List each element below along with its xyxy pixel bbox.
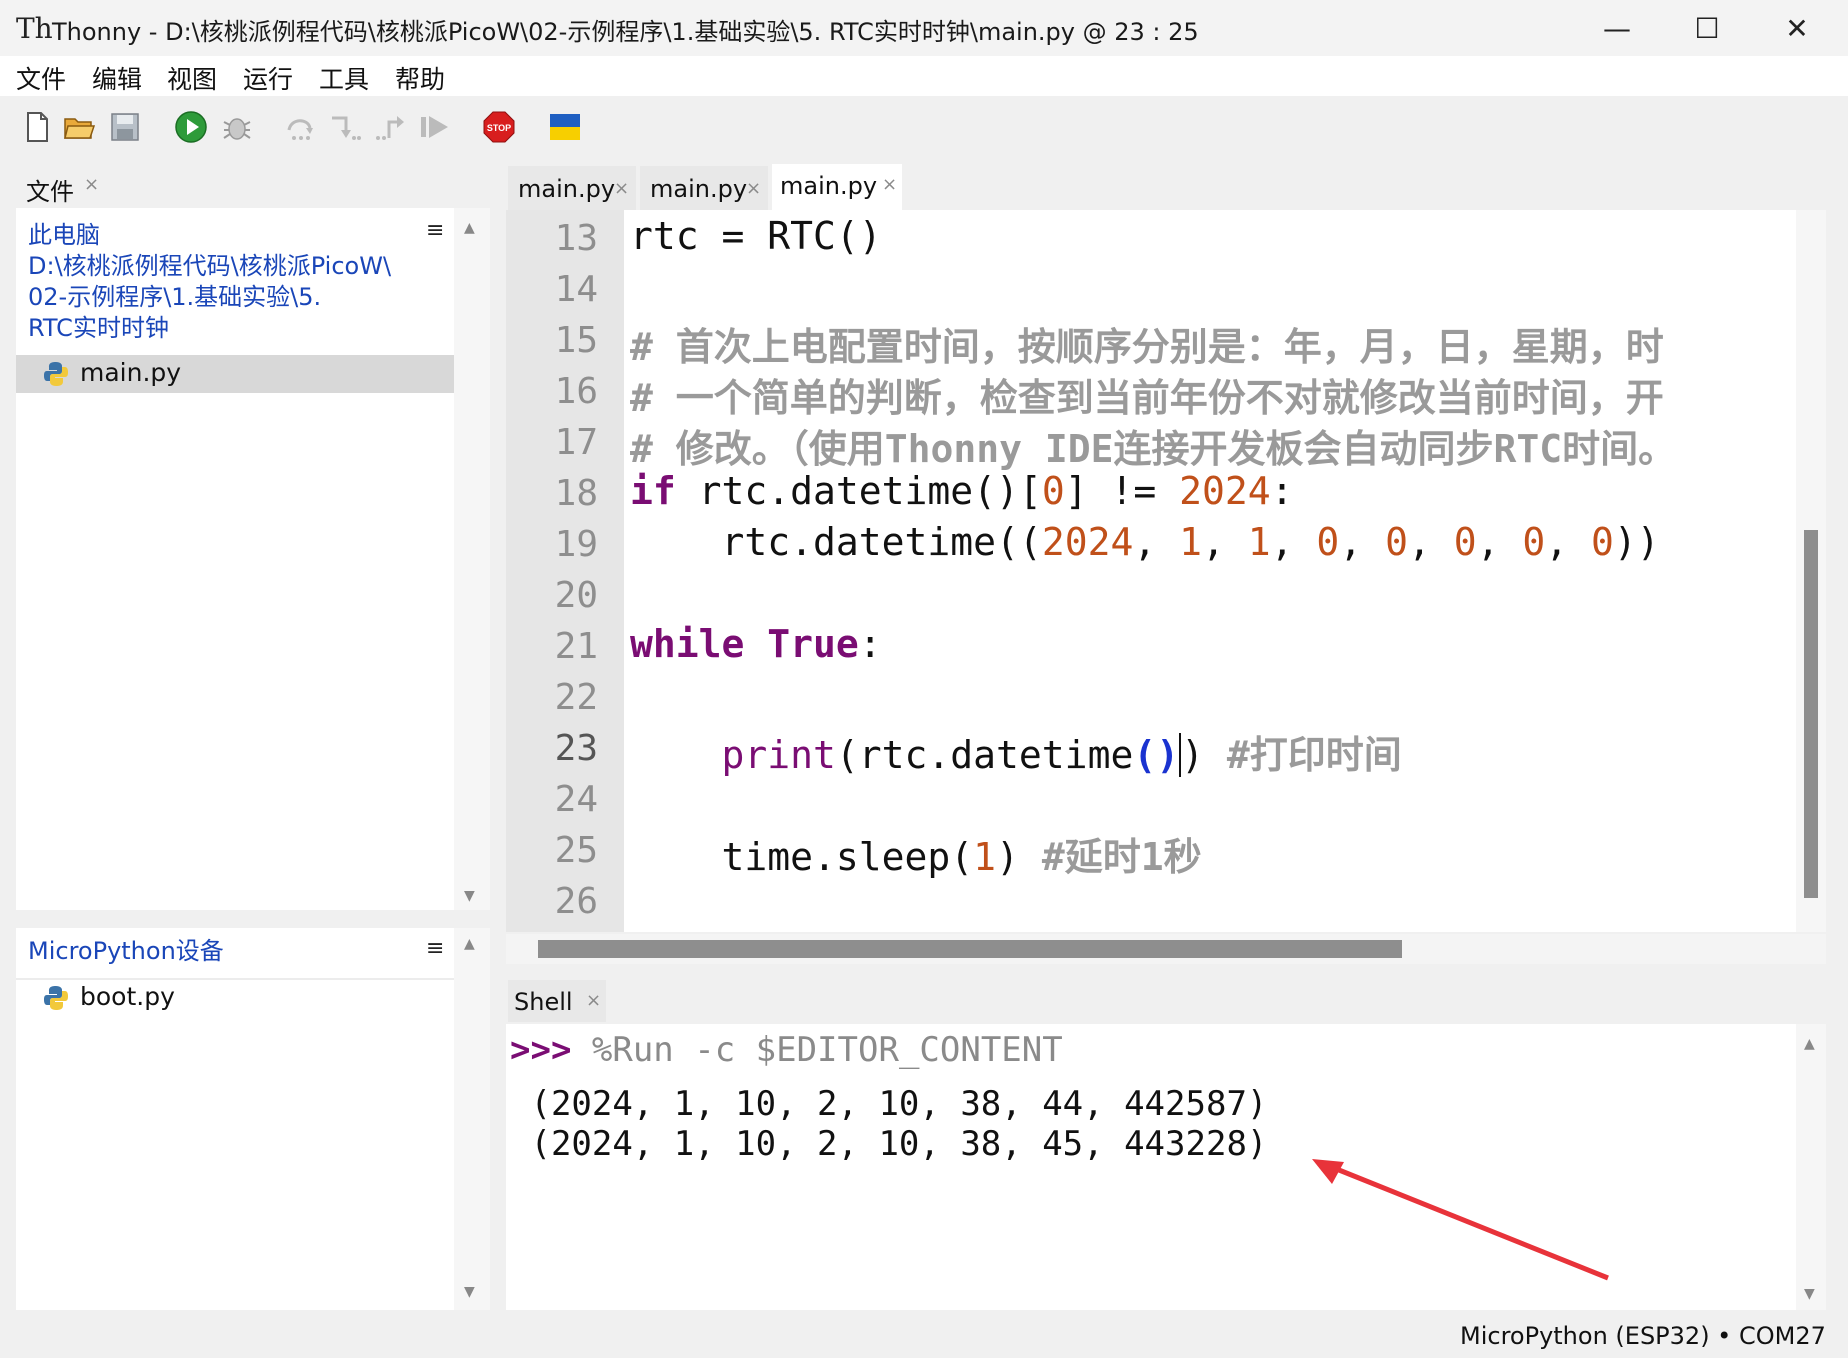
code-line-19[interactable]: rtc.datetime((2024, 1, 1, 0, 0, 0, 0, 0)… xyxy=(630,520,1660,564)
svg-text:STOP: STOP xyxy=(487,123,511,133)
line-number: 16 xyxy=(554,371,598,412)
path-segment-2[interactable]: 02-示例程序\1.基础实验\5. xyxy=(28,282,391,313)
code-line-13[interactable]: rtc = RTC() xyxy=(630,214,882,258)
path-segment-3[interactable]: RTC实时时钟 xyxy=(28,313,391,344)
line-number: 13 xyxy=(554,218,598,259)
code-line-18[interactable]: if rtc.datetime()[0] != 2024: xyxy=(630,469,1294,513)
annotation-arrow-icon xyxy=(1312,1159,1609,1281)
window-title: Thonny - D:\核桃派例程代码\核桃派PicoW\02-示例程序\1.基… xyxy=(52,18,1199,46)
scroll-down-icon[interactable]: ▼ xyxy=(464,1284,475,1300)
device-scrollbar[interactable]: ▲ ▼ xyxy=(454,928,490,1310)
files-tab-label: 文件 xyxy=(26,178,74,206)
editor-tab-1-close[interactable]: × xyxy=(614,178,629,199)
scroll-down-icon[interactable]: ▼ xyxy=(464,888,475,904)
line-number-gutter xyxy=(506,210,624,932)
editor-tab-2-label: main.py xyxy=(650,175,748,203)
menu-view[interactable]: 视图 xyxy=(167,60,217,96)
save-icon[interactable] xyxy=(108,110,142,144)
file-name-main: main.py xyxy=(80,358,182,387)
shell-tab[interactable]: Shell × xyxy=(508,980,606,1022)
files-scrollbar[interactable]: ▲ ▼ xyxy=(454,208,490,910)
files-tab[interactable]: 文件 × xyxy=(14,166,106,206)
menu-run[interactable]: 运行 xyxy=(243,60,293,96)
editor-horizontal-scrollbar[interactable] xyxy=(506,934,1826,964)
code-line-21[interactable]: while True: xyxy=(630,622,882,666)
editor-hscroll-thumb[interactable] xyxy=(538,940,1402,958)
python-file-icon xyxy=(44,986,68,1010)
minimize-button[interactable]: — xyxy=(1572,4,1662,54)
stop-icon[interactable]: STOP xyxy=(482,110,516,144)
interpreter-status[interactable]: MicroPython (ESP32) • COM27 xyxy=(1460,1322,1826,1350)
line-number: 19 xyxy=(554,524,598,565)
code-line-25[interactable]: time.sleep(1) #延时1秒 xyxy=(630,826,1202,881)
maximize-button[interactable]: ☐ xyxy=(1662,4,1752,54)
menu-help[interactable]: 帮助 xyxy=(395,60,445,96)
title-bar: Th Thonny - D:\核桃派例程代码\核桃派PicoW\02-示例程序\… xyxy=(0,0,1848,56)
editor-vscroll-thumb[interactable] xyxy=(1804,530,1818,898)
scroll-up-icon[interactable]: ▲ xyxy=(464,220,475,236)
path-this-pc[interactable]: 此电脑 xyxy=(28,220,391,251)
run-icon[interactable] xyxy=(174,110,208,144)
scroll-up-icon[interactable]: ▲ xyxy=(464,936,475,952)
line-number: 21 xyxy=(554,626,598,667)
device-panel-title: MicroPython设备 xyxy=(28,937,224,965)
files-tab-close[interactable]: × xyxy=(84,174,99,195)
shell-output-line: (2024, 1, 10, 2, 10, 38, 45, 443228) xyxy=(510,1124,1268,1164)
menu-tools[interactable]: 工具 xyxy=(319,60,369,96)
scroll-up-icon[interactable]: ▲ xyxy=(1804,1036,1815,1052)
close-window-button[interactable]: ✕ xyxy=(1752,4,1842,54)
shell-command: %Run -c $EDITOR_CONTENT xyxy=(571,1030,1063,1070)
path-segment-1[interactable]: D:\核桃派例程代码\核桃派PicoW\ xyxy=(28,251,391,282)
toolbar xyxy=(0,96,1848,164)
editor-tab-3-close[interactable]: × xyxy=(882,174,897,195)
code-line-15[interactable]: # 首次上电配置时间，按顺序分别是：年，月，日，星期，时 xyxy=(630,316,1790,371)
shell-output-line: (2024, 1, 10, 2, 10, 38, 44, 442587) xyxy=(510,1084,1268,1124)
file-item-boot[interactable]: boot.py xyxy=(16,978,454,1018)
shell-scrollbar[interactable]: ▲ ▼ xyxy=(1796,1024,1826,1310)
step-into-icon[interactable] xyxy=(328,110,362,144)
resume-icon[interactable] xyxy=(418,110,452,144)
file-name-boot: boot.py xyxy=(80,982,175,1011)
line-number: 17 xyxy=(554,422,598,463)
shell-prompt: >>> xyxy=(510,1030,572,1070)
debug-icon[interactable] xyxy=(220,110,254,144)
line-number: 14 xyxy=(554,269,598,310)
line-number: 24 xyxy=(554,779,598,820)
editor-tab-3-label: main.py xyxy=(780,172,878,200)
line-number: 20 xyxy=(554,575,598,616)
code-line-17[interactable]: # 修改。（使用Thonny IDE连接开发板会自动同步RTC时间。 xyxy=(630,418,1790,473)
line-number: 15 xyxy=(554,320,598,361)
editor-tab-2[interactable]: main.py × xyxy=(640,166,768,210)
menu-file[interactable]: 文件 xyxy=(16,60,66,96)
editor-tab-3-active[interactable]: main.py × xyxy=(772,164,902,210)
open-file-icon[interactable] xyxy=(62,110,96,144)
files-menu-icon[interactable]: ≡ xyxy=(426,218,444,243)
step-over-icon[interactable] xyxy=(284,110,318,144)
device-menu-icon[interactable]: ≡ xyxy=(426,936,444,961)
thonny-logo: Th xyxy=(16,12,53,45)
editor-tab-1-label: main.py xyxy=(518,175,616,203)
shell-tab-label: Shell xyxy=(514,988,573,1016)
line-number-current: 23 xyxy=(554,728,598,769)
ukraine-flag-icon[interactable] xyxy=(548,110,582,144)
line-number: 26 xyxy=(554,881,598,922)
shell-tab-close[interactable]: × xyxy=(586,990,601,1011)
line-number: 18 xyxy=(554,473,598,514)
code-line-16[interactable]: # 一个简单的判断，检查到当前年份不对就修改当前时间，开 xyxy=(630,367,1790,422)
status-bar: MicroPython (ESP32) • COM27 xyxy=(0,1318,1848,1358)
path-breadcrumb: 此电脑 D:\核桃派例程代码\核桃派PicoW\ 02-示例程序\1.基础实验\… xyxy=(28,220,391,344)
step-out-icon[interactable] xyxy=(372,110,406,144)
file-item-main[interactable]: main.py xyxy=(16,355,454,393)
editor-vertical-scrollbar[interactable] xyxy=(1796,210,1826,932)
line-number: 22 xyxy=(554,677,598,718)
scroll-down-icon[interactable]: ▼ xyxy=(1804,1286,1815,1302)
shell-prompt-line: >>> %Run -c $EDITOR_CONTENT xyxy=(510,1030,1063,1070)
menu-edit[interactable]: 编辑 xyxy=(92,60,142,96)
editor-tab-1[interactable]: main.py × xyxy=(508,166,636,210)
python-file-icon xyxy=(44,362,68,386)
new-file-icon[interactable] xyxy=(20,110,54,144)
line-number: 25 xyxy=(554,830,598,871)
editor-tab-2-close[interactable]: × xyxy=(746,178,761,199)
code-line-23[interactable]: print(rtc.datetime()) #打印时间 xyxy=(630,724,1402,779)
